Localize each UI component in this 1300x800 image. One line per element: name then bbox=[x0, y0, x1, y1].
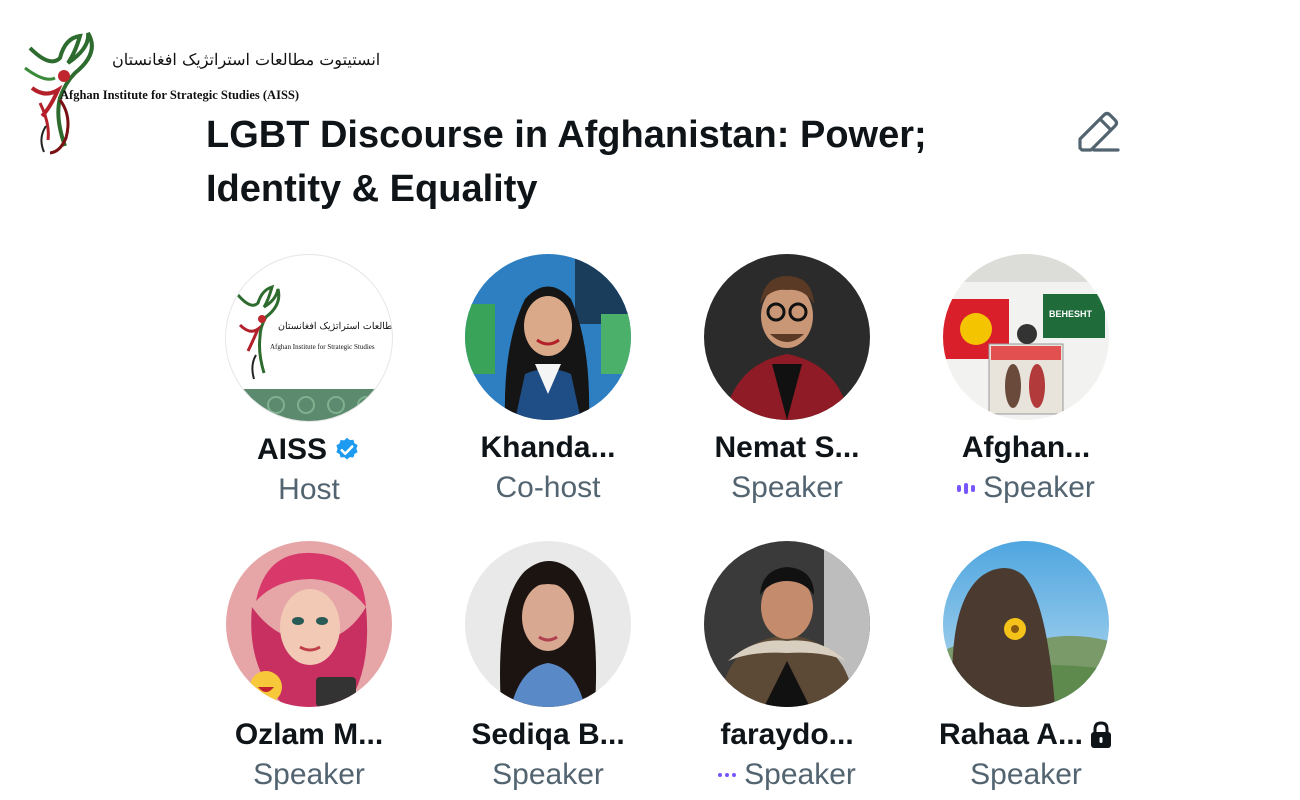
participant-role-row: Speaker bbox=[926, 468, 1126, 508]
participant-role: Speaker bbox=[253, 758, 365, 791]
participant-name: Khanda... bbox=[480, 431, 616, 464]
participant-name-row: Ozlam M... bbox=[209, 715, 409, 755]
participant-name: Rahaa A... bbox=[939, 718, 1083, 751]
avatar-photo bbox=[943, 541, 1109, 707]
participant-role-row: Speaker bbox=[209, 755, 409, 795]
avatar-photo bbox=[704, 541, 870, 707]
participant-name: Afghan... bbox=[961, 431, 1091, 464]
participant-role: Host bbox=[278, 473, 340, 506]
aiss-logo-persian: انستیتوت مطالعات استراتژیک افغانستان bbox=[278, 321, 393, 332]
avatar-photo bbox=[226, 541, 392, 707]
participant-role-row: Speaker bbox=[448, 755, 648, 795]
edit-icon bbox=[1078, 111, 1120, 152]
participant-name-row: AISS bbox=[209, 430, 409, 470]
aiss-logo-english: Afghan Institute for Strategic Studies bbox=[270, 343, 375, 351]
avatar-photo bbox=[465, 541, 631, 707]
participant-card-rahaa[interactable]: Rahaa A... Speaker bbox=[926, 541, 1126, 795]
avatar[interactable]: انستیتوت مطالعات استراتژیک افغانستان Afg… bbox=[225, 254, 393, 422]
avatar[interactable]: BEHESHT bbox=[943, 254, 1109, 420]
watermark-persian-text: انستیتوت مطالعات استراتژیک افغانستان bbox=[112, 50, 381, 69]
participant-name: Ozlam M... bbox=[234, 718, 384, 751]
edit-title-button[interactable] bbox=[1072, 106, 1124, 158]
participant-card-sediqa[interactable]: Sediqa B... Speaker bbox=[448, 541, 648, 795]
participant-card-aiss[interactable]: انستیتوت مطالعات استراتژیک افغانستان Afg… bbox=[209, 254, 409, 510]
participant-name: faraydo... bbox=[720, 718, 854, 751]
participant-name-row: Sediqa B... bbox=[448, 715, 648, 755]
aiss-logo-icon bbox=[226, 284, 392, 421]
space-title-line-1: LGBT Discourse in Afghanistan: Power; bbox=[206, 114, 927, 156]
participant-role: Speaker bbox=[744, 758, 856, 791]
participant-role: Speaker bbox=[970, 758, 1082, 791]
avatar[interactable] bbox=[943, 541, 1109, 707]
participant-name: AISS bbox=[256, 433, 328, 466]
participant-card-ozlam[interactable]: Ozlam M... Speaker bbox=[209, 541, 409, 795]
speaking-indicator-icon bbox=[957, 482, 976, 494]
participant-name-row: Afghan... bbox=[926, 428, 1126, 468]
dots-indicator-icon bbox=[718, 773, 737, 777]
participant-role-row: Speaker bbox=[687, 468, 887, 508]
participant-role-row: Co-host bbox=[448, 468, 648, 508]
avatar[interactable] bbox=[465, 541, 631, 707]
participant-role: Speaker bbox=[983, 471, 1095, 504]
avatar[interactable] bbox=[226, 541, 392, 707]
avatar[interactable] bbox=[704, 541, 870, 707]
watermark-english-text: Afghan Institute for Strategic Studies (… bbox=[60, 88, 300, 102]
participant-name: Sediqa B... bbox=[471, 718, 625, 751]
participant-name-row: Nemat S... bbox=[687, 428, 887, 468]
avatar[interactable] bbox=[704, 254, 870, 420]
poster-text: BEHESHT bbox=[1049, 309, 1093, 319]
participant-role: Speaker bbox=[731, 471, 843, 504]
participant-card-nemat[interactable]: Nemat S... Speaker bbox=[687, 254, 887, 508]
participant-role: Speaker bbox=[492, 758, 604, 791]
lock-icon bbox=[1090, 721, 1111, 748]
space-title-line-2: Identity & Equality bbox=[206, 168, 538, 210]
participant-card-faraydo[interactable]: faraydo... Speaker bbox=[687, 541, 887, 795]
participant-role-row: Speaker bbox=[687, 755, 887, 795]
participant-card-afghan[interactable]: BEHESHT Afghan... Speaker bbox=[926, 254, 1126, 508]
participant-role-row: Speaker bbox=[926, 755, 1126, 795]
participant-name-row: faraydo... bbox=[687, 715, 887, 755]
avatar[interactable] bbox=[465, 254, 631, 420]
participant-role-row: Host bbox=[209, 470, 409, 510]
avatar-photo bbox=[943, 254, 1109, 420]
participant-name: Nemat S... bbox=[714, 431, 860, 464]
verified-badge-icon bbox=[336, 437, 358, 460]
participant-card-khanda[interactable]: Khanda... Co-host bbox=[448, 254, 648, 508]
avatar-photo bbox=[465, 254, 631, 420]
participant-role: Co-host bbox=[495, 471, 601, 504]
participant-name-row: Khanda... bbox=[448, 428, 648, 468]
participant-name-row: Rahaa A... bbox=[926, 715, 1126, 755]
avatar-photo bbox=[704, 254, 870, 420]
space-title: LGBT Discourse in Afghanistan: Power; Id… bbox=[206, 108, 1046, 216]
